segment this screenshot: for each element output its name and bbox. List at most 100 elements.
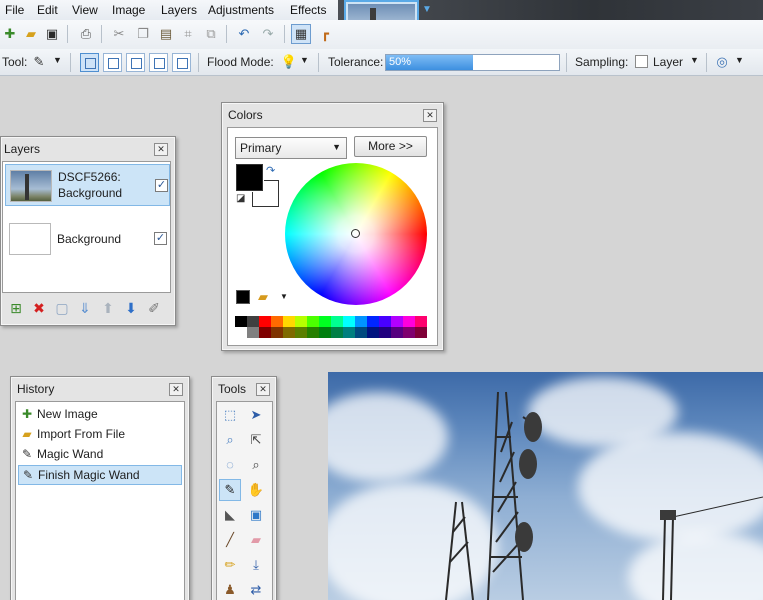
ellipse-select-icon[interactable]: ◌ — [219, 454, 241, 476]
palette-swatch[interactable] — [403, 316, 415, 327]
palette-swatch[interactable] — [391, 327, 403, 338]
lasso-select-icon[interactable]: ⌕ — [219, 429, 241, 451]
layer-properties-icon[interactable]: ✐ — [145, 299, 163, 317]
selection-mode-union-button[interactable] — [103, 53, 122, 72]
menu-adjustments[interactable]: Adjustments — [208, 3, 274, 17]
more-colors-button[interactable]: More >> — [354, 136, 427, 157]
clone-stamp-icon[interactable]: ♟ — [219, 579, 241, 600]
undo-icon[interactable]: ↶ — [234, 24, 254, 44]
palette-swatch[interactable] — [367, 316, 379, 327]
antialiasing-icon[interactable]: ◎ — [712, 52, 732, 72]
palette-swatch[interactable] — [283, 316, 295, 327]
palette-swatch[interactable] — [415, 327, 427, 338]
palette-swatch[interactable] — [331, 316, 343, 327]
rectangle-select-icon[interactable]: ⬚ — [219, 404, 241, 426]
tab-list-chevron-icon[interactable]: ▼ — [422, 4, 432, 15]
palette-swatch[interactable] — [355, 316, 367, 327]
menu-edit[interactable]: Edit — [37, 3, 58, 17]
zoom-icon[interactable]: ⌕ — [245, 454, 267, 476]
palette-swatch[interactable] — [331, 327, 343, 338]
selection-mode-exclude-button[interactable] — [126, 53, 145, 72]
layers-panel-close-icon[interactable]: ✕ — [154, 143, 168, 156]
paint-bucket-icon[interactable]: ◣ — [219, 504, 241, 526]
gradient-icon[interactable]: ▣ — [245, 504, 267, 526]
sampling-value[interactable]: Layer — [653, 55, 683, 69]
palette-swatch[interactable] — [343, 327, 355, 338]
magic-wand-icon[interactable]: ✎ — [29, 52, 49, 72]
move-layer-down-icon[interactable]: ⬇ — [122, 299, 140, 317]
palette-swatch[interactable] — [271, 327, 283, 338]
merge-layer-down-icon[interactable]: ⇓ — [76, 299, 94, 317]
selection-mode-replace-button[interactable] — [80, 53, 99, 72]
history-item[interactable]: ✎ Magic Wand — [18, 445, 182, 465]
palette-swatch[interactable] — [259, 316, 271, 327]
recolor-icon[interactable]: ⇄ — [245, 579, 267, 600]
palette-swatch[interactable] — [391, 316, 403, 327]
tolerance-slider[interactable]: 50% — [385, 54, 560, 71]
pan-icon[interactable]: ✋ — [245, 479, 267, 501]
menu-layers[interactable]: Layers — [161, 3, 197, 17]
antialiasing-chevron-icon[interactable]: ▼ — [735, 55, 744, 65]
palette-swatch[interactable] — [379, 327, 391, 338]
palette-swatch[interactable] — [319, 316, 331, 327]
colors-panel-close-icon[interactable]: ✕ — [423, 109, 437, 122]
palette-swatch[interactable] — [295, 327, 307, 338]
cut-icon[interactable]: ✂ — [109, 24, 129, 44]
palette-swatch[interactable] — [235, 327, 247, 338]
open-folder-icon[interactable]: ▰ — [21, 24, 41, 44]
duplicate-layer-icon[interactable]: ▢ — [53, 299, 71, 317]
copy-icon[interactable]: ❐ — [133, 24, 153, 44]
sampling-chevron-icon[interactable]: ▼ — [690, 55, 699, 65]
layer-visibility-checkbox[interactable]: ✓ — [154, 232, 167, 245]
menu-effects[interactable]: Effects — [290, 3, 326, 17]
save-icon[interactable]: ▣ — [42, 24, 62, 44]
layer-row[interactable]: DSCF5266: Background ✓ — [5, 164, 170, 206]
palette-swatch[interactable] — [259, 327, 271, 338]
crop-to-selection-icon[interactable]: ⌗ — [178, 24, 198, 44]
paintbrush-icon[interactable]: ╱ — [219, 529, 241, 551]
history-panel-close-icon[interactable]: ✕ — [169, 383, 183, 396]
move-layer-up-icon[interactable]: ⬆ — [99, 299, 117, 317]
palette-swatch[interactable] — [307, 327, 319, 338]
history-item[interactable]: ▰ Import From File — [18, 425, 182, 445]
deselect-icon[interactable]: ⧉ — [201, 24, 221, 44]
primary-color-swatch[interactable] — [236, 164, 263, 191]
palette-swatch[interactable] — [367, 327, 379, 338]
palette-swatch[interactable] — [295, 316, 307, 327]
reset-colors-icon[interactable]: ◪ — [236, 193, 245, 204]
palette-swatch[interactable] — [307, 316, 319, 327]
magic-wand-icon[interactable]: ✎ — [219, 479, 241, 501]
history-item[interactable]: ✎ Finish Magic Wand — [18, 465, 182, 485]
color-wheel-marker[interactable] — [351, 229, 360, 238]
add-layer-icon[interactable]: ⊞ — [7, 299, 25, 317]
palette-menu-chevron-icon[interactable]: ▼ — [280, 292, 288, 301]
menu-file[interactable]: File — [5, 3, 24, 17]
palette-swatch[interactable] — [319, 327, 331, 338]
palette-swatch[interactable] — [343, 316, 355, 327]
flood-mode-chevron-icon[interactable]: ▼ — [300, 55, 309, 65]
color-picker-icon[interactable]: ⤓ — [245, 554, 267, 576]
eraser-icon[interactable]: ▰ — [245, 529, 267, 551]
palette-swatch[interactable] — [247, 327, 259, 338]
move-selection-icon[interactable]: ⇱ — [245, 429, 267, 451]
history-item[interactable]: ✚ New Image — [18, 405, 182, 425]
add-to-palette-icon[interactable] — [236, 290, 250, 304]
paste-icon[interactable]: ▤ — [156, 24, 176, 44]
new-file-icon[interactable]: ✚ — [0, 24, 20, 44]
palette-swatch[interactable] — [283, 327, 295, 338]
menu-view[interactable]: View — [72, 3, 98, 17]
move-selected-pixels-icon[interactable]: ➤ — [245, 404, 267, 426]
sampling-layer-icon[interactable] — [635, 55, 648, 68]
rulers-icon[interactable]: ┏ — [315, 24, 335, 44]
palette-swatch[interactable] — [247, 316, 259, 327]
tool-dropdown-chevron-icon[interactable]: ▼ — [53, 55, 62, 65]
palette-swatch[interactable] — [271, 316, 283, 327]
print-icon[interactable]: ⎙ — [76, 24, 96, 44]
palette-swatch[interactable] — [355, 327, 367, 338]
pencil-icon[interactable]: ✏ — [219, 554, 241, 576]
palette-swatch[interactable] — [235, 316, 247, 327]
palette-swatch[interactable] — [379, 316, 391, 327]
layer-visibility-checkbox[interactable]: ✓ — [155, 179, 168, 192]
selection-mode-invert-button[interactable] — [172, 53, 191, 72]
palette-swatch[interactable] — [403, 327, 415, 338]
